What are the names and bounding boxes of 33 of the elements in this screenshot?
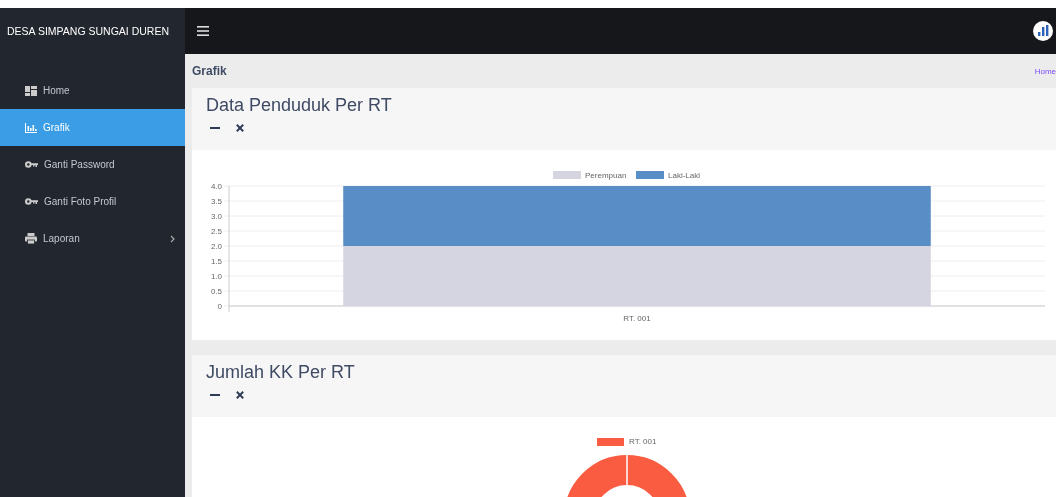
legend-label: RT. 001 bbox=[629, 437, 657, 446]
sidebar-item[interactable]: Laporan bbox=[0, 220, 185, 257]
breadcrumb-link[interactable]: Home bbox=[1034, 66, 1056, 76]
key-icon bbox=[25, 198, 38, 205]
sidebar-item[interactable]: Home bbox=[0, 72, 185, 109]
printer-icon bbox=[25, 233, 37, 244]
y-tick-label: 1.0 bbox=[210, 272, 222, 281]
card-title: Data Penduduk Per RT bbox=[206, 95, 393, 116]
page-title: Grafik bbox=[192, 64, 227, 78]
y-tick-label: 4.0 bbox=[210, 182, 222, 191]
y-tick-label: 3.0 bbox=[210, 212, 222, 221]
y-tick-label: 3.5 bbox=[210, 197, 222, 206]
x-axis-label: RT. 001 bbox=[623, 314, 651, 323]
key-icon bbox=[25, 161, 38, 168]
y-tick-label: 2.5 bbox=[210, 227, 222, 236]
y-tick-label: 0.5 bbox=[210, 287, 222, 296]
minus-icon bbox=[210, 393, 220, 397]
user-avatar-icon[interactable] bbox=[1033, 21, 1053, 41]
sidebar-item[interactable]: Ganti Password bbox=[0, 146, 185, 183]
sidebar-item[interactable]: Ganti Foto Profil bbox=[0, 183, 185, 220]
y-tick-label: 2.0 bbox=[210, 242, 222, 251]
card-title: Jumlah KK Per RT bbox=[206, 362, 356, 383]
bar-chart-icon bbox=[25, 122, 37, 133]
y-tick-label: 0 bbox=[217, 302, 222, 311]
legend-label: Perempuan bbox=[585, 171, 627, 180]
brand-title[interactable]: DESA SIMPANG SUNGAI DUREN bbox=[0, 8, 185, 54]
minus-icon bbox=[210, 126, 220, 130]
legend-label: Laki-Laki bbox=[668, 171, 700, 180]
menu-icon[interactable] bbox=[197, 26, 209, 36]
close-icon bbox=[236, 391, 244, 399]
close-icon bbox=[236, 124, 244, 132]
dashboard-icon bbox=[25, 85, 37, 96]
y-tick-label: 1.5 bbox=[210, 257, 222, 266]
